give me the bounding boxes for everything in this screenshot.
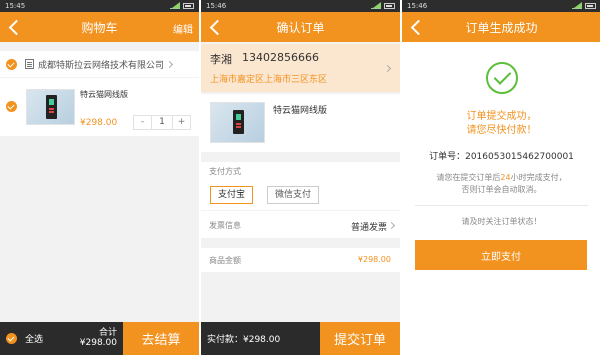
success-navbar: 订单生成成功 <box>402 12 600 42</box>
notice-hours: 24 <box>500 173 511 182</box>
status-bar: 15:46 <box>201 0 400 12</box>
cart-bottom-bar: 全选 合计 ¥298.00 去结算 <box>0 322 199 355</box>
qty-value[interactable]: 1 <box>151 116 173 129</box>
back-icon[interactable] <box>8 20 20 34</box>
chevron-right-icon <box>383 64 392 73</box>
select-all-label[interactable]: 全选 <box>25 332 43 345</box>
back-icon[interactable] <box>209 20 221 34</box>
total-label: 合计 <box>98 328 117 338</box>
order-number: 订单号：2016053015462700001 <box>402 149 600 162</box>
payment-notice: 请您在提交订单后24小时完成支付， 否则订单会自动取消。 <box>436 173 567 194</box>
order-number-value: 2016053015462700001 <box>465 152 574 162</box>
chevron-right-icon <box>165 60 174 68</box>
amount-row: 商品金额 ¥298.00 <box>201 248 400 272</box>
product-thumbnail[interactable] <box>26 89 75 125</box>
signal-icon <box>572 2 582 9</box>
product-name: 特云猫网线版 <box>273 106 328 116</box>
signal-icon <box>371 2 381 9</box>
pay-option-wechat[interactable]: 微信支付 <box>267 186 320 204</box>
divider <box>415 205 588 206</box>
cart-screen: 15:45 购物车 编辑 成都特斯拉云网络技术有限公司 特云猫网线版 ¥298.… <box>0 0 199 355</box>
amount-value: ¥298.00 <box>357 255 391 264</box>
store-row[interactable]: 成都特斯拉云网络技术有限公司 <box>0 51 199 77</box>
pay-option-alipay[interactable]: 支付宝 <box>210 186 254 204</box>
confirm-bottom-bar: 实付款：¥298.00 提交订单 <box>201 322 400 355</box>
product-thumbnail <box>210 102 265 143</box>
status-time: 15:45 <box>5 2 26 10</box>
recipient-phone: 13402856666 <box>242 51 319 64</box>
quantity-stepper: - 1 + <box>133 115 191 130</box>
success-check-icon <box>485 62 518 94</box>
checkout-button[interactable]: 去结算 <box>123 322 199 355</box>
qty-minus-button[interactable]: - <box>134 116 151 129</box>
product-price: ¥298.00 <box>80 118 118 128</box>
confirm-order-screen: 15:46 确认订单 李湘 13402856666 上海市嘉定区上海市三区东区 … <box>201 0 400 355</box>
battery-icon <box>183 3 194 9</box>
success-message-line1: 订单提交成功， <box>466 111 537 122</box>
page-title: 订单生成成功 <box>465 20 538 35</box>
back-icon[interactable] <box>410 20 422 34</box>
cart-navbar: 购物车 编辑 <box>0 12 199 42</box>
signal-icon <box>170 2 180 9</box>
chevron-right-icon <box>387 221 396 230</box>
item-checkbox-icon[interactable] <box>6 101 17 112</box>
qty-plus-button[interactable]: + <box>173 116 190 129</box>
invoice-row[interactable]: 发票信息 普通发票 <box>201 211 400 238</box>
page-title: 确认订单 <box>276 20 325 35</box>
address-card[interactable]: 李湘 13402856666 上海市嘉定区上海市三区东区 <box>201 44 400 92</box>
store-name: 成都特斯拉云网络技术有限公司 <box>38 60 165 71</box>
payment-method-section: 支付方式 支付宝 微信支付 <box>201 162 400 210</box>
total-value: ¥298.00 <box>79 338 117 348</box>
address-text: 上海市嘉定区上海市三区东区 <box>210 75 328 85</box>
status-time: 15:46 <box>206 2 227 10</box>
edit-button[interactable]: 编辑 <box>173 21 193 36</box>
store-checkbox-icon[interactable] <box>6 58 17 70</box>
recipient-name: 李湘 <box>210 53 232 66</box>
select-all-checkbox-icon[interactable] <box>6 333 17 344</box>
reminder-text: 请及时关注订单状态！ <box>461 217 542 226</box>
battery-icon <box>384 3 395 9</box>
order-number-label: 订单号： <box>429 152 466 162</box>
amount-label: 商品金额 <box>209 256 241 265</box>
page-title: 购物车 <box>81 20 118 35</box>
order-item: 特云猫网线版 <box>201 94 400 152</box>
status-bar: 15:45 <box>0 0 199 12</box>
pay-now-button[interactable]: 立即支付 <box>415 240 587 270</box>
order-success-screen: 15:46 订单生成成功 订单提交成功， 请您尽快付款！ 订单号：2016053… <box>402 0 600 355</box>
invoice-label: 发票信息 <box>209 221 241 230</box>
submit-order-button[interactable]: 提交订单 <box>320 322 400 355</box>
success-message-line2: 请您尽快付款！ <box>466 125 537 136</box>
cart-item: 特云猫网线版 ¥298.00 - 1 + <box>0 78 199 136</box>
payment-method-label: 支付方式 <box>209 167 241 176</box>
status-time: 15:46 <box>407 2 428 10</box>
actual-pay-text: 实付款：¥298.00 <box>207 335 281 345</box>
status-bar: 15:46 <box>402 0 600 12</box>
product-name[interactable]: 特云猫网线版 <box>80 89 128 100</box>
battery-icon <box>585 3 596 9</box>
store-icon <box>25 59 34 69</box>
invoice-value: 普通发票 <box>350 223 387 233</box>
confirm-navbar: 确认订单 <box>201 12 400 42</box>
